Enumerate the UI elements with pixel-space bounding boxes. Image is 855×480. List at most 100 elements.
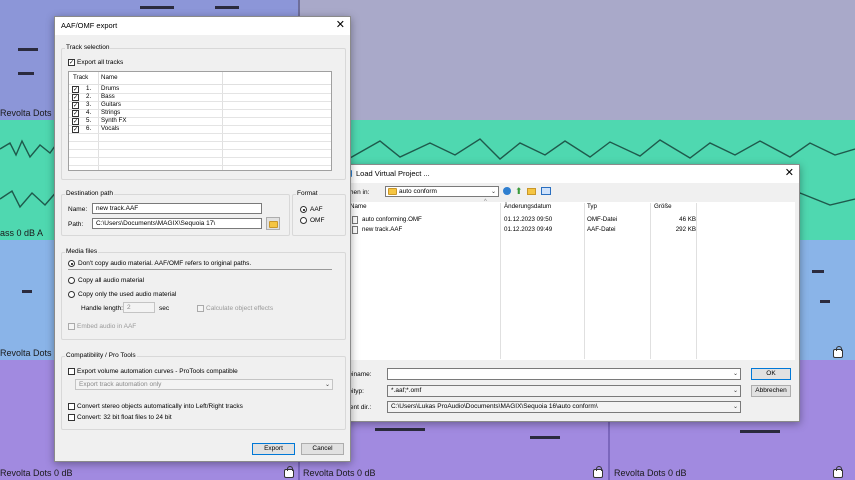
- copy-used-label: Copy only the used audio material: [78, 291, 177, 298]
- folder-icon: [269, 221, 278, 228]
- calc-effects-checkbox[interactable]: [197, 305, 204, 312]
- convert-stereo-label: Convert stereo objects automatically int…: [77, 403, 243, 410]
- column-header-name[interactable]: Name: [350, 203, 367, 211]
- track-automation-value: Export track automation only: [79, 381, 162, 388]
- filetype-value: *.aaf;*.omf: [391, 387, 422, 394]
- track-checkbox[interactable]: [72, 118, 79, 125]
- chevron-down-icon: ⌄: [732, 371, 738, 377]
- cancel-button[interactable]: Cancel: [301, 443, 344, 455]
- lock-icon[interactable]: [833, 346, 843, 358]
- filename-input[interactable]: ⌄: [387, 368, 741, 380]
- copy-all-radio[interactable]: [68, 277, 75, 284]
- lock-icon[interactable]: [833, 466, 843, 478]
- chevron-down-icon: ⌄: [732, 404, 738, 410]
- destination-path-group: [61, 194, 290, 236]
- dialog-titlebar[interactable]: Load Virtual Project ... ✕: [339, 165, 799, 183]
- export-button[interactable]: Export: [252, 443, 295, 455]
- midi-note: [215, 6, 239, 9]
- track-checkbox[interactable]: [72, 110, 79, 117]
- name-input[interactable]: new track.AAF: [92, 203, 262, 214]
- load-project-dialog: Load Virtual Project ... ✕ uchen in: aut…: [338, 164, 800, 422]
- copy-used-radio[interactable]: [68, 291, 75, 298]
- track-label: Revolta Dots 0 dB: [0, 468, 73, 478]
- track-checkbox[interactable]: [72, 94, 79, 101]
- track-checkbox[interactable]: [72, 102, 79, 109]
- copy-all-label: Copy all audio material: [78, 277, 145, 284]
- export-all-tracks-label: Export all tracks: [77, 59, 124, 66]
- export-volume-checkbox[interactable]: [68, 368, 75, 375]
- column-header-date[interactable]: Änderungsdatum: [504, 203, 551, 211]
- handle-unit-label: sec: [159, 305, 170, 312]
- recent-dir-value: C:\Users\Lukas ProAudio\Documents\MAGIX\…: [391, 403, 598, 410]
- group-title: Destination path: [65, 190, 114, 197]
- midi-note: [820, 300, 830, 303]
- handle-length-input[interactable]: 2: [123, 302, 155, 313]
- calc-effects-label: Calculate object effects: [206, 305, 274, 312]
- group-title: Media files: [65, 248, 99, 255]
- midi-note: [140, 6, 174, 9]
- group-title: Track selection: [65, 44, 111, 51]
- up-folder-icon[interactable]: ⬆: [515, 186, 523, 196]
- column-header-type[interactable]: Typ: [587, 203, 597, 211]
- path-input[interactable]: C:\Users\Documents\MAGIX\Sequoia 17\: [92, 218, 262, 229]
- path-label: Path:: [68, 221, 84, 228]
- export-all-tracks-checkbox[interactable]: [68, 59, 75, 66]
- format-aaf-radio[interactable]: [300, 206, 307, 213]
- chevron-down-icon: ⌄: [732, 388, 738, 394]
- embed-audio-label: Embed audio in AAF: [77, 323, 137, 330]
- ok-button[interactable]: OK: [751, 368, 791, 380]
- group-title: Format: [296, 190, 319, 197]
- new-folder-icon[interactable]: [527, 188, 536, 195]
- track-automation-combo[interactable]: Export track automation only ⌄: [75, 379, 333, 390]
- midi-note: [530, 436, 560, 439]
- lock-icon[interactable]: [593, 466, 603, 478]
- file-list[interactable]: Name Änderungsdatum Typ Größe ^ auto con…: [343, 199, 795, 360]
- lock-icon[interactable]: [284, 466, 294, 478]
- track-checkbox[interactable]: [72, 86, 79, 93]
- dialog-titlebar[interactable]: AAF/OMF export ✕: [55, 17, 350, 35]
- midi-note: [812, 270, 824, 273]
- cancel-button[interactable]: Abbrechen: [751, 385, 791, 397]
- dialog-title: AAF/OMF export: [61, 21, 118, 30]
- midi-note: [375, 428, 425, 431]
- track-label: ass 0 dB A: [0, 228, 44, 238]
- embed-audio-checkbox[interactable]: [68, 323, 75, 330]
- close-icon[interactable]: ✕: [336, 19, 345, 31]
- dialog-title: Load Virtual Project ...: [356, 169, 430, 178]
- recent-dir-combo[interactable]: C:\Users\Lukas ProAudio\Documents\MAGIX\…: [387, 401, 741, 413]
- name-label: Name:: [68, 206, 88, 213]
- track-label: Revolta Dots: [0, 108, 52, 118]
- column-header-track[interactable]: Track: [73, 74, 88, 82]
- format-group: [292, 194, 346, 236]
- file-icon: [352, 226, 358, 234]
- track-checkbox[interactable]: [72, 126, 79, 133]
- midi-note: [18, 72, 34, 75]
- dont-copy-label: Don't copy audio material. AAF/OMF refer…: [78, 260, 252, 267]
- aaf-omf-export-dialog: AAF/OMF export ✕ Track selection Export …: [54, 16, 351, 462]
- browse-button[interactable]: [266, 217, 280, 230]
- track-list[interactable]: Track Name 1. Drums 2. Bass 3. Guitars 4…: [68, 71, 332, 171]
- close-icon[interactable]: ✕: [785, 167, 794, 179]
- column-header-name[interactable]: Name: [101, 74, 118, 82]
- chevron-down-icon: ⌄: [324, 382, 330, 388]
- export-volume-label: Export volume automation curves - ProToo…: [77, 368, 238, 375]
- format-omf-label: OMF: [310, 217, 325, 224]
- track-label: Revolta Dots 0 dB: [303, 468, 376, 478]
- chevron-down-icon: ⌄: [490, 189, 496, 195]
- view-menu-icon[interactable]: [541, 187, 551, 195]
- column-header-size[interactable]: Größe: [654, 203, 672, 211]
- format-aaf-label: AAF: [310, 206, 323, 213]
- list-item[interactable]: new track.AAF 01.12.2023 09:49 AAF-Datei…: [344, 226, 696, 235]
- dont-copy-radio[interactable]: [68, 260, 75, 267]
- search-in-value: auto conform: [399, 188, 437, 195]
- list-item[interactable]: auto conforming.OMF 01.12.2023 09:50 OMF…: [344, 216, 696, 225]
- group-title: Compatibility / Pro Tools: [65, 352, 137, 359]
- search-in-combo[interactable]: auto conform ⌄: [385, 186, 499, 197]
- back-icon[interactable]: [503, 187, 511, 195]
- track-lane-1-right[interactable]: [300, 0, 855, 120]
- format-omf-radio[interactable]: [300, 217, 307, 224]
- convert-stereo-checkbox[interactable]: [68, 403, 75, 410]
- filetype-combo[interactable]: *.aaf;*.omf ⌄: [387, 385, 741, 397]
- convert-32bit-checkbox[interactable]: [68, 414, 75, 421]
- folder-icon: [388, 188, 397, 195]
